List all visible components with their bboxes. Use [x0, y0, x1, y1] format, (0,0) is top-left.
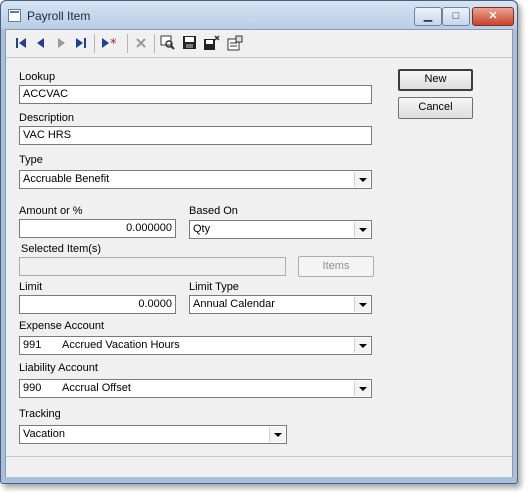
description-input[interactable]: VAC HRS [19, 126, 372, 145]
expense-account-label: Expense Account [19, 320, 105, 332]
previous-record-icon [37, 38, 44, 48]
amount-label: Amount or % [19, 205, 83, 217]
next-record-button[interactable] [52, 34, 70, 52]
first-record-button[interactable] [12, 34, 30, 52]
limit-type-value: Annual Calendar [193, 298, 275, 310]
amount-input[interactable]: 0.000000 [19, 219, 176, 238]
liability-account-select[interactable]: 990 Accrual Offset [19, 379, 372, 398]
tracking-select[interactable]: Vacation [19, 425, 287, 444]
find-button[interactable] [159, 34, 177, 52]
tracking-value: Vacation [23, 428, 65, 440]
close-button[interactable]: ✕ [472, 7, 514, 26]
save-button[interactable] [181, 34, 199, 52]
previous-record-button[interactable] [32, 34, 50, 52]
payroll-item-form: Lookup ACCVAC Description VAC HRS Type A… [6, 58, 512, 456]
expense-account-name: Accrued Vacation Hours [62, 339, 180, 351]
status-bar [6, 456, 512, 477]
next-record-icon [58, 38, 65, 48]
toolbar-separator [127, 34, 128, 53]
liability-account-label: Liability Account [19, 362, 98, 374]
selected-items-label: Selected Item(s) [21, 243, 102, 255]
toolbar-separator [94, 34, 95, 53]
expense-account-select[interactable]: 991 Accrued Vacation Hours [19, 336, 372, 355]
last-record-button[interactable] [72, 34, 90, 52]
window-app-icon [8, 9, 21, 22]
items-button[interactable]: Items [298, 256, 374, 277]
last-record-icon [76, 38, 86, 48]
save-icon [183, 36, 196, 49]
expense-account-number: 991 [23, 339, 42, 351]
description-label: Description [19, 112, 75, 124]
chevron-down-icon[interactable] [269, 427, 285, 442]
type-value: Accruable Benefit [23, 173, 110, 185]
type-label: Type [19, 154, 43, 166]
chevron-down-icon[interactable] [354, 297, 370, 312]
chevron-down-icon[interactable] [354, 172, 370, 187]
title-bar: Payroll Item ▁ □ ✕ [1, 1, 517, 29]
toolbar: * [6, 30, 512, 58]
client-area: * Lookup ACCVAC Description VAC HRS Type… [5, 29, 513, 477]
limit-type-select[interactable]: Annual Calendar [189, 295, 372, 314]
maximize-icon: □ [452, 10, 460, 22]
toolbar-separator [154, 34, 155, 53]
first-record-icon [16, 38, 26, 48]
new-button[interactable]: New [398, 69, 473, 91]
chevron-down-icon[interactable] [354, 381, 370, 396]
new-record-button[interactable]: * [99, 34, 123, 52]
minimize-icon: ▁ [423, 10, 433, 22]
limit-input[interactable]: 0.0000 [19, 295, 176, 314]
save-close-button[interactable] [203, 34, 221, 52]
lookup-label: Lookup [19, 71, 56, 83]
delete-button[interactable] [132, 34, 150, 52]
properties-icon [227, 35, 243, 51]
liability-account-number: 990 [23, 382, 42, 394]
tracking-label: Tracking [19, 408, 61, 420]
maximize-button[interactable]: □ [442, 7, 470, 26]
delete-icon [136, 38, 146, 48]
chevron-down-icon[interactable] [354, 222, 370, 237]
limit-label: Limit [19, 281, 43, 293]
based-on-label: Based On [189, 205, 238, 217]
find-icon [160, 35, 175, 50]
new-record-icon: * [102, 37, 117, 50]
close-icon: ✕ [488, 10, 498, 22]
chevron-down-icon[interactable] [354, 338, 370, 353]
payroll-item-window: Payroll Item ▁ □ ✕ * Lookup ACCVAC Descr… [0, 0, 518, 484]
liability-account-name: Accrual Offset [62, 382, 131, 394]
save-close-icon [204, 35, 220, 50]
selected-items-field [19, 257, 286, 276]
based-on-value: Qty [193, 223, 211, 235]
cancel-button[interactable]: Cancel [398, 97, 473, 119]
properties-button[interactable] [226, 34, 244, 52]
type-select[interactable]: Accruable Benefit [19, 170, 372, 189]
window-title: Payroll Item [27, 9, 91, 23]
limit-type-label: Limit Type [189, 281, 239, 293]
minimize-button[interactable]: ▁ [414, 7, 442, 26]
based-on-select[interactable]: Qty [189, 220, 372, 239]
lookup-input[interactable]: ACCVAC [19, 85, 372, 104]
svg-text:*: * [110, 37, 117, 50]
